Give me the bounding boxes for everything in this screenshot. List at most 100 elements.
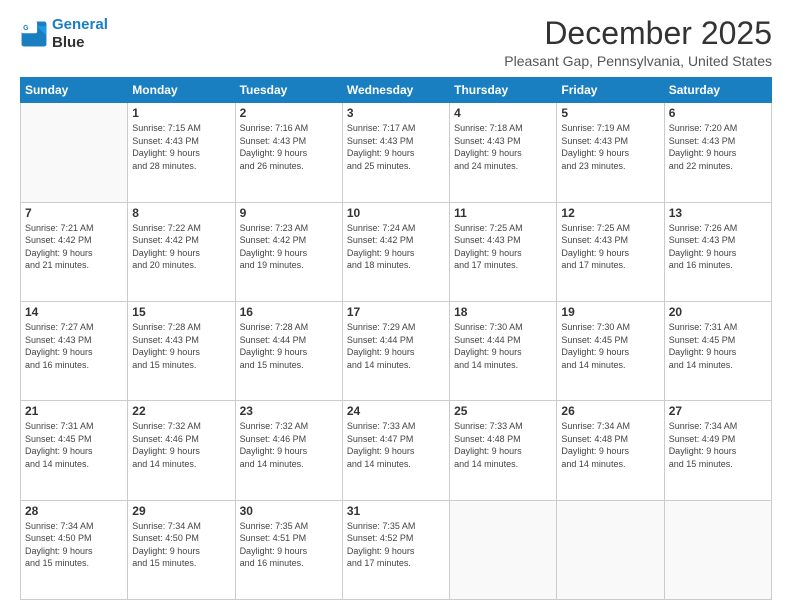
table-row: 19Sunrise: 7:30 AMSunset: 4:45 PMDayligh…: [557, 301, 664, 400]
day-number: 16: [240, 305, 338, 319]
day-info: Sunrise: 7:25 AMSunset: 4:43 PMDaylight:…: [454, 222, 552, 272]
logo-line1: General: [52, 16, 108, 33]
day-number: 10: [347, 206, 445, 220]
calendar-week-row: 1Sunrise: 7:15 AMSunset: 4:43 PMDaylight…: [21, 103, 772, 202]
day-info: Sunrise: 7:26 AMSunset: 4:43 PMDaylight:…: [669, 222, 767, 272]
header: G General Blue December 2025 Pleasant Ga…: [20, 16, 772, 69]
day-info: Sunrise: 7:34 AMSunset: 4:50 PMDaylight:…: [132, 520, 230, 570]
day-info: Sunrise: 7:33 AMSunset: 4:47 PMDaylight:…: [347, 420, 445, 470]
col-sunday: Sunday: [21, 78, 128, 103]
day-info: Sunrise: 7:23 AMSunset: 4:42 PMDaylight:…: [240, 222, 338, 272]
col-saturday: Saturday: [664, 78, 771, 103]
table-row: 1Sunrise: 7:15 AMSunset: 4:43 PMDaylight…: [128, 103, 235, 202]
day-number: 31: [347, 504, 445, 518]
day-number: 24: [347, 404, 445, 418]
logo-line2: Blue: [52, 34, 108, 52]
day-number: 25: [454, 404, 552, 418]
day-info: Sunrise: 7:21 AMSunset: 4:42 PMDaylight:…: [25, 222, 123, 272]
day-info: Sunrise: 7:35 AMSunset: 4:52 PMDaylight:…: [347, 520, 445, 570]
day-number: 13: [669, 206, 767, 220]
table-row: [21, 103, 128, 202]
day-info: Sunrise: 7:16 AMSunset: 4:43 PMDaylight:…: [240, 122, 338, 172]
col-wednesday: Wednesday: [342, 78, 449, 103]
col-tuesday: Tuesday: [235, 78, 342, 103]
calendar-week-row: 21Sunrise: 7:31 AMSunset: 4:45 PMDayligh…: [21, 401, 772, 500]
table-row: 25Sunrise: 7:33 AMSunset: 4:48 PMDayligh…: [450, 401, 557, 500]
day-number: 3: [347, 106, 445, 120]
col-monday: Monday: [128, 78, 235, 103]
day-info: Sunrise: 7:32 AMSunset: 4:46 PMDaylight:…: [132, 420, 230, 470]
day-info: Sunrise: 7:25 AMSunset: 4:43 PMDaylight:…: [561, 222, 659, 272]
table-row: 16Sunrise: 7:28 AMSunset: 4:44 PMDayligh…: [235, 301, 342, 400]
day-number: 28: [25, 504, 123, 518]
calendar-week-row: 7 Sunrise: 7:21 AMSunset: 4:42 PMDaylight…: [21, 202, 772, 301]
table-row: 13 Sunrise: 7:26 AMSunset: 4:43 PMDayligh…: [664, 202, 771, 301]
day-info: Sunrise: 7:32 AMSunset: 4:46 PMDaylight:…: [240, 420, 338, 470]
calendar-table: Sunday Monday Tuesday Wednesday Thursday…: [20, 77, 772, 600]
table-row: 3 Sunrise: 7:17 AMSunset: 4:43 PMDaylight…: [342, 103, 449, 202]
col-friday: Friday: [557, 78, 664, 103]
day-info: Sunrise: 7:34 AMSunset: 4:50 PMDaylight:…: [25, 520, 123, 570]
table-row: 18 Sunrise: 7:30 AMSunset: 4:44 PMDayligh…: [450, 301, 557, 400]
table-row: 8 Sunrise: 7:22 AMSunset: 4:42 PMDaylight…: [128, 202, 235, 301]
day-info: Sunrise: 7:29 AMSunset: 4:44 PMDaylight:…: [347, 321, 445, 371]
day-number: 7: [25, 206, 123, 220]
subtitle: Pleasant Gap, Pennsylvania, United State…: [504, 53, 772, 69]
table-row: 30 Sunrise: 7:35 AMSunset: 4:51 PMDayligh…: [235, 500, 342, 599]
calendar-week-row: 14 Sunrise: 7:27 AMSunset: 4:43 PMDayligh…: [21, 301, 772, 400]
calendar-week-row: 28 Sunrise: 7:34 AMSunset: 4:50 PMDayligh…: [21, 500, 772, 599]
page: G General Blue December 2025 Pleasant Ga…: [0, 0, 792, 612]
day-info: Sunrise: 7:17 AMSunset: 4:43 PMDaylight:…: [347, 122, 445, 172]
day-info: Sunrise: 7:31 AMSunset: 4:45 PMDaylight:…: [669, 321, 767, 371]
table-row: 17Sunrise: 7:29 AMSunset: 4:44 PMDayligh…: [342, 301, 449, 400]
day-info: Sunrise: 7:22 AMSunset: 4:42 PMDaylight:…: [132, 222, 230, 272]
col-thursday: Thursday: [450, 78, 557, 103]
day-info: Sunrise: 7:30 AMSunset: 4:45 PMDaylight:…: [561, 321, 659, 371]
table-row: 28 Sunrise: 7:34 AMSunset: 4:50 PMDayligh…: [21, 500, 128, 599]
day-info: Sunrise: 7:30 AMSunset: 4:44 PMDaylight:…: [454, 321, 552, 371]
day-number: 14: [25, 305, 123, 319]
day-info: Sunrise: 7:28 AMSunset: 4:43 PMDaylight:…: [132, 321, 230, 371]
day-number: 15: [132, 305, 230, 319]
logo-icon: G: [20, 20, 48, 48]
day-info: Sunrise: 7:24 AMSunset: 4:42 PMDaylight:…: [347, 222, 445, 272]
logo-text: General Blue: [52, 16, 108, 52]
day-info: Sunrise: 7:31 AMSunset: 4:45 PMDaylight:…: [25, 420, 123, 470]
table-row: 21Sunrise: 7:31 AMSunset: 4:45 PMDayligh…: [21, 401, 128, 500]
logo: G General Blue: [20, 16, 108, 52]
table-row: 4Sunrise: 7:18 AMSunset: 4:43 PMDaylight…: [450, 103, 557, 202]
table-row: 27 Sunrise: 7:34 AMSunset: 4:49 PMDayligh…: [664, 401, 771, 500]
table-row: 12Sunrise: 7:25 AMSunset: 4:43 PMDayligh…: [557, 202, 664, 301]
day-number: 2: [240, 106, 338, 120]
table-row: 7 Sunrise: 7:21 AMSunset: 4:42 PMDaylight…: [21, 202, 128, 301]
day-number: 11: [454, 206, 552, 220]
day-number: 27: [669, 404, 767, 418]
table-row: 9Sunrise: 7:23 AMSunset: 4:42 PMDaylight…: [235, 202, 342, 301]
table-row: 29Sunrise: 7:34 AMSunset: 4:50 PMDayligh…: [128, 500, 235, 599]
day-number: 30: [240, 504, 338, 518]
day-number: 4: [454, 106, 552, 120]
day-info: Sunrise: 7:27 AMSunset: 4:43 PMDaylight:…: [25, 321, 123, 371]
day-info: Sunrise: 7:19 AMSunset: 4:43 PMDaylight:…: [561, 122, 659, 172]
calendar-header-row: Sunday Monday Tuesday Wednesday Thursday…: [21, 78, 772, 103]
table-row: [557, 500, 664, 599]
day-info: Sunrise: 7:35 AMSunset: 4:51 PMDaylight:…: [240, 520, 338, 570]
table-row: 11 Sunrise: 7:25 AMSunset: 4:43 PMDayligh…: [450, 202, 557, 301]
table-row: [664, 500, 771, 599]
table-row: 23Sunrise: 7:32 AMSunset: 4:46 PMDayligh…: [235, 401, 342, 500]
table-row: 6Sunrise: 7:20 AMSunset: 4:43 PMDaylight…: [664, 103, 771, 202]
day-info: Sunrise: 7:20 AMSunset: 4:43 PMDaylight:…: [669, 122, 767, 172]
table-row: 20Sunrise: 7:31 AMSunset: 4:45 PMDayligh…: [664, 301, 771, 400]
day-number: 18: [454, 305, 552, 319]
table-row: 10 Sunrise: 7:24 AMSunset: 4:42 PMDayligh…: [342, 202, 449, 301]
table-row: 31 Sunrise: 7:35 AMSunset: 4:52 PMDayligh…: [342, 500, 449, 599]
table-row: 24 Sunrise: 7:33 AMSunset: 4:47 PMDayligh…: [342, 401, 449, 500]
main-title: December 2025: [504, 16, 772, 51]
svg-text:G: G: [23, 25, 29, 32]
table-row: 22Sunrise: 7:32 AMSunset: 4:46 PMDayligh…: [128, 401, 235, 500]
table-row: 15 Sunrise: 7:28 AMSunset: 4:43 PMDayligh…: [128, 301, 235, 400]
day-info: Sunrise: 7:34 AMSunset: 4:49 PMDaylight:…: [669, 420, 767, 470]
day-number: 8: [132, 206, 230, 220]
day-number: 5: [561, 106, 659, 120]
table-row: 14 Sunrise: 7:27 AMSunset: 4:43 PMDayligh…: [21, 301, 128, 400]
